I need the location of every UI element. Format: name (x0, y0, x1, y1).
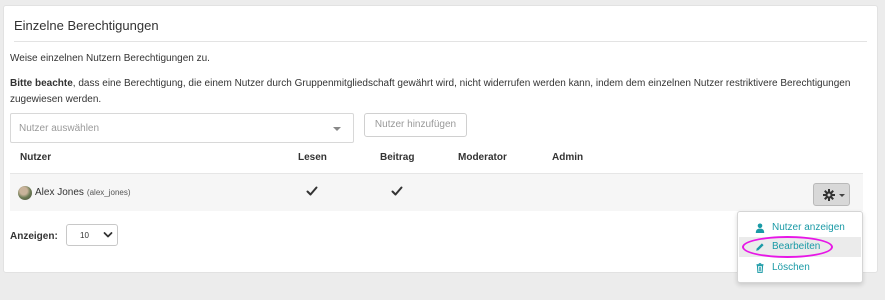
panel-divider (14, 41, 867, 42)
menu-item-label: Löschen (772, 262, 810, 273)
user-select-placeholder: Nutzer auswählen (19, 123, 100, 134)
page-size-select[interactable]: 10 (66, 224, 118, 246)
column-header-moderator: Moderator (458, 152, 507, 163)
page-size-label: Anzeigen: (10, 231, 58, 242)
user-display-name: Alex Jones (35, 187, 84, 198)
user-icon (755, 223, 765, 233)
check-icon[interactable] (306, 185, 318, 197)
gear-icon (823, 189, 835, 201)
avatar (18, 186, 32, 200)
caret-down-icon (333, 127, 341, 131)
check-icon[interactable] (391, 185, 403, 197)
user-handle: (alex_jones) (86, 188, 131, 197)
menu-item-delete[interactable]: Löschen (739, 258, 861, 278)
table-row: Alex Jones (alex_jones) (10, 173, 863, 211)
highlight-annotation (742, 236, 833, 258)
column-header-post: Beitrag (380, 152, 415, 163)
row-actions-button[interactable] (813, 183, 850, 206)
permission-note: Bitte beachte, dass eine Berechtigung, d… (10, 76, 860, 108)
note-text: , dass eine Berechtigung, die einem Nutz… (10, 78, 851, 105)
note-emphasis: Bitte beachte (10, 78, 73, 89)
chevron-down-icon (103, 232, 113, 238)
add-user-button[interactable]: Nutzer hinzufügen (364, 113, 467, 137)
caret-down-icon (839, 194, 845, 197)
column-header-user: Nutzer (20, 152, 52, 163)
column-header-admin: Admin (552, 152, 584, 163)
menu-item-view-user[interactable]: Nutzer anzeigen (739, 218, 861, 238)
page-size-value: 10 (80, 231, 89, 240)
menu-item-label: Nutzer anzeigen (772, 222, 845, 233)
user-name[interactable]: Alex Jones (alex_jones) (35, 187, 131, 198)
intro-text: Weise einzelnen Nutzern Berechtigungen z… (10, 53, 210, 64)
panel-title: Einzelne Berechtigungen (14, 18, 159, 33)
column-header-read: Lesen (298, 152, 327, 163)
user-select[interactable]: Nutzer auswählen (10, 113, 354, 143)
trash-icon (756, 263, 764, 273)
